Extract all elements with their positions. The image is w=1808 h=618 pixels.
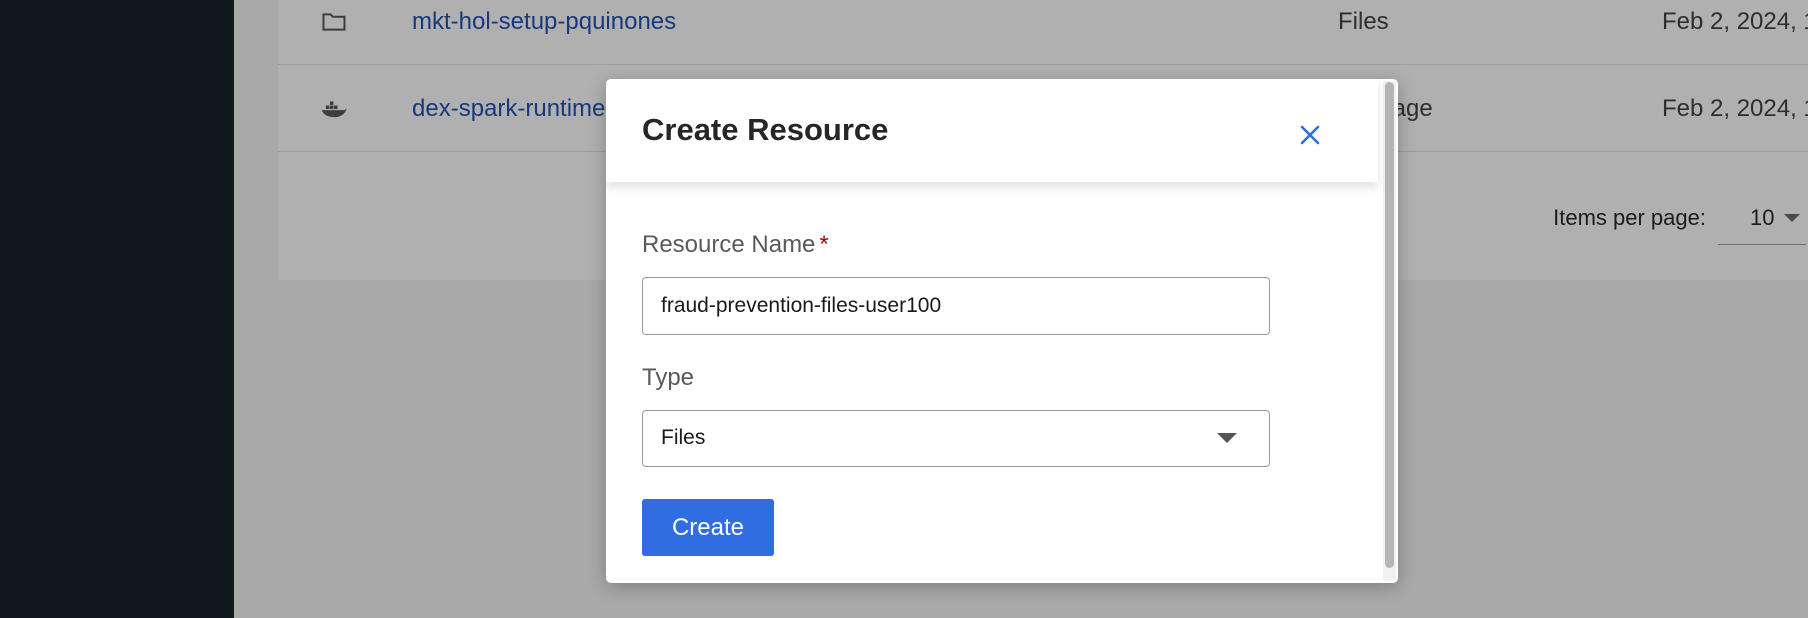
resource-name-label-text: Resource Name xyxy=(642,231,816,258)
items-per-page-value: 10 xyxy=(1750,205,1775,230)
create-resource-dialog: Create Resource Resource Name* Type File… xyxy=(606,79,1398,583)
type-select-value: Files xyxy=(661,426,706,449)
close-button[interactable] xyxy=(1292,117,1328,153)
resource-name-label: Resource Name * xyxy=(642,231,829,259)
resource-name-link[interactable]: mkt-hol-setup-pquinones xyxy=(412,8,676,36)
items-per-page-label: Items per page: xyxy=(1553,205,1706,230)
resource-date: Feb 2, 2024, 1 xyxy=(1662,95,1808,122)
caret-down-icon xyxy=(1784,214,1800,222)
resource-name-input[interactable] xyxy=(642,277,1270,335)
type-label: Type xyxy=(642,364,695,391)
close-icon xyxy=(1300,125,1320,145)
required-indicator: * xyxy=(819,231,829,258)
table-row: mkt-hol-setup-pquinones Files Feb 2, 202… xyxy=(278,0,1808,65)
dialog-title: Create Resource xyxy=(642,112,889,147)
dialog-scrollbar[interactable] xyxy=(1383,81,1396,581)
dialog-header: Create Resource xyxy=(606,79,1378,182)
docker-icon xyxy=(321,101,347,118)
folder-icon xyxy=(322,13,346,31)
scrollbar-thumb[interactable] xyxy=(1385,82,1394,568)
resource-date: Feb 2, 2024, 1 xyxy=(1662,8,1808,35)
resource-name-link[interactable]: dex-spark-runtime xyxy=(412,95,605,123)
create-button[interactable]: Create xyxy=(642,499,774,556)
items-per-page-select[interactable]: 10 xyxy=(1718,200,1806,245)
resource-type: Files xyxy=(1338,8,1389,35)
sidebar xyxy=(0,0,234,618)
type-select[interactable]: Files xyxy=(642,410,1270,467)
chevron-down-icon xyxy=(1217,433,1237,443)
